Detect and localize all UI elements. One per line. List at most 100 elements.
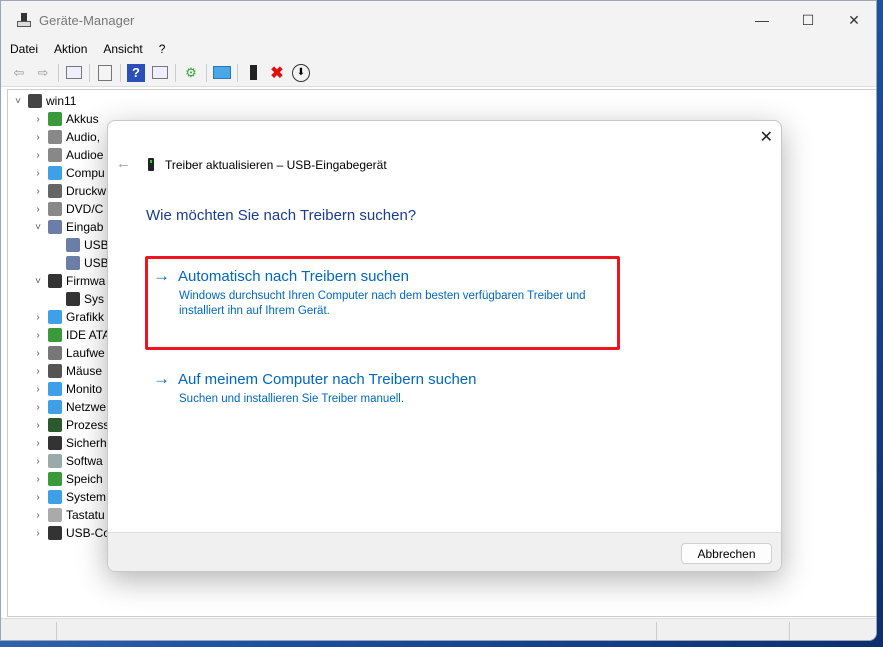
- toolbar-separator: [237, 63, 238, 82]
- tree-item[interactable]: › USB-Co: [32, 524, 110, 542]
- disable-device-icon[interactable]: ⬇: [292, 63, 310, 82]
- device-category-icon: [48, 508, 62, 522]
- minimize-button[interactable]: —: [739, 1, 785, 39]
- browse-computer-option[interactable]: → Auf meinem Computer nach Treibern suche…: [153, 369, 619, 407]
- show-action-pane-icon[interactable]: [151, 64, 169, 82]
- tree-item[interactable]: › Tastatu: [32, 506, 105, 524]
- close-button[interactable]: ✕: [831, 1, 876, 39]
- tree-child-item[interactable]: USB: [50, 254, 109, 272]
- chevron-right-icon[interactable]: ›: [32, 438, 44, 449]
- title-bar: Geräte-Manager — ☐ ✕: [1, 1, 876, 39]
- chevron-right-icon[interactable]: ›: [32, 312, 44, 323]
- tree-item-label: Akkus: [66, 112, 99, 126]
- tree-item[interactable]: › Netzwe: [32, 398, 106, 416]
- tree-item[interactable]: › DVD/C: [32, 200, 103, 218]
- device-category-icon: [48, 436, 62, 450]
- tree-item[interactable]: › Druckw: [32, 182, 106, 200]
- search-automatically-option[interactable]: → Automatisch nach Treibern suchen Window…: [153, 266, 619, 319]
- tree-item[interactable]: ˅ Firmwa: [32, 272, 105, 290]
- menu-bar: Datei Aktion Ansicht ?: [1, 39, 876, 59]
- chevron-right-icon[interactable]: ›: [32, 528, 44, 539]
- tree-item[interactable]: › IDE ATA: [32, 326, 110, 344]
- status-pane: [789, 622, 790, 640]
- add-legacy-hardware-icon[interactable]: [244, 64, 262, 82]
- chevron-right-icon[interactable]: ›: [32, 510, 44, 521]
- device-category-icon: [48, 148, 62, 162]
- chevron-right-icon[interactable]: ›: [32, 168, 44, 179]
- chevron-right-icon[interactable]: ›: [32, 348, 44, 359]
- tree-item[interactable]: › Laufwe: [32, 344, 105, 362]
- chevron-right-icon[interactable]: ›: [32, 186, 44, 197]
- option-description: Windows durchsucht Ihren Computer nach d…: [179, 290, 586, 317]
- tree-item[interactable]: › Compu: [32, 164, 105, 182]
- device-category-icon: [48, 130, 62, 144]
- tree-item-label: Laufwe: [66, 346, 105, 360]
- forward-arrow-icon[interactable]: ⇨: [34, 64, 52, 82]
- tree-item-label: Audio,: [66, 130, 101, 144]
- chevron-right-icon[interactable]: ›: [32, 204, 44, 215]
- update-driver-icon[interactable]: ⚙: [182, 64, 200, 82]
- chevron-right-icon[interactable]: ›: [32, 456, 44, 467]
- tree-item[interactable]: › Akkus: [32, 110, 99, 128]
- tree-item[interactable]: › Prozess: [32, 416, 109, 434]
- scan-hardware-icon[interactable]: [213, 64, 231, 82]
- tree-item[interactable]: › Sicherh: [32, 434, 107, 452]
- tree-item-label: USB: [84, 238, 109, 252]
- device-category-icon: [48, 400, 62, 414]
- chevron-right-icon[interactable]: ›: [32, 384, 44, 395]
- tree-item-label: USB: [84, 256, 109, 270]
- help-icon[interactable]: ?: [127, 63, 145, 82]
- chevron-right-icon[interactable]: ›: [32, 132, 44, 143]
- tree-item[interactable]: › Mäuse: [32, 362, 102, 380]
- tree-item[interactable]: › Softwa: [32, 452, 103, 470]
- tree-item[interactable]: › Audio,: [32, 128, 100, 146]
- dialog-heading: Wie möchten Sie nach Treibern suchen?: [146, 207, 417, 224]
- chevron-right-icon[interactable]: ›: [32, 366, 44, 377]
- back-arrow-icon[interactable]: ⇦: [10, 64, 28, 82]
- chevron-down-icon[interactable]: ˅: [12, 96, 24, 107]
- chevron-right-icon[interactable]: ›: [32, 114, 44, 125]
- status-pane: [656, 622, 657, 640]
- properties-icon[interactable]: [96, 64, 114, 82]
- tree-item-label: DVD/C: [66, 202, 104, 216]
- tree-item[interactable]: › Audioe: [32, 146, 103, 164]
- option-title: Automatisch nach Treibern suchen: [178, 267, 409, 285]
- tree-item[interactable]: ˅ Eingab: [32, 218, 103, 236]
- chevron-right-icon[interactable]: ›: [32, 402, 44, 413]
- tree-root[interactable]: ˅ win11: [12, 92, 76, 110]
- tree-item[interactable]: › System: [32, 488, 106, 506]
- chevron-right-icon[interactable]: ›: [32, 492, 44, 503]
- chevron-right-icon[interactable]: ›: [32, 420, 44, 431]
- chevron-down-icon[interactable]: ˅: [32, 276, 44, 287]
- tree-item[interactable]: › Monito: [32, 380, 102, 398]
- dialog-close-button[interactable]: ✕: [760, 127, 773, 147]
- device-category-icon: [48, 472, 62, 486]
- chevron-right-icon[interactable]: ›: [32, 150, 44, 161]
- cancel-button[interactable]: Abbrechen: [681, 543, 772, 564]
- maximize-button[interactable]: ☐: [785, 1, 831, 39]
- tree-item-label: win11: [46, 94, 77, 108]
- show-hide-console-tree-icon[interactable]: [65, 64, 83, 82]
- uninstall-icon[interactable]: ✖: [268, 64, 286, 82]
- back-arrow-icon[interactable]: ←: [116, 155, 131, 172]
- device-category-icon: [48, 166, 62, 180]
- menu-help[interactable]: ?: [159, 42, 166, 56]
- toolbar-separator: [175, 63, 176, 82]
- tree-item-label: Speich: [66, 472, 103, 486]
- option-description: Suchen und installieren Sie Treiber manu…: [179, 393, 405, 405]
- tree-child-item[interactable]: USB: [50, 236, 109, 254]
- menu-aktion[interactable]: Aktion: [54, 42, 87, 56]
- tree-item[interactable]: › Grafikk: [32, 308, 104, 326]
- menu-ansicht[interactable]: Ansicht: [103, 42, 142, 56]
- tree-item-label: Eingab: [66, 220, 104, 234]
- menu-datei[interactable]: Datei: [10, 42, 38, 56]
- tree-child-item[interactable]: Sys: [50, 290, 104, 308]
- arrow-right-icon: →: [153, 369, 170, 388]
- tree-item[interactable]: › Speich: [32, 470, 103, 488]
- chevron-right-icon[interactable]: ›: [32, 330, 44, 341]
- chevron-down-icon[interactable]: ˅: [32, 222, 44, 233]
- chevron-right-icon[interactable]: ›: [32, 474, 44, 485]
- device-category-icon: [48, 526, 62, 540]
- tree-item-label: Grafikk: [66, 310, 105, 324]
- tree-item-label: System: [66, 490, 107, 504]
